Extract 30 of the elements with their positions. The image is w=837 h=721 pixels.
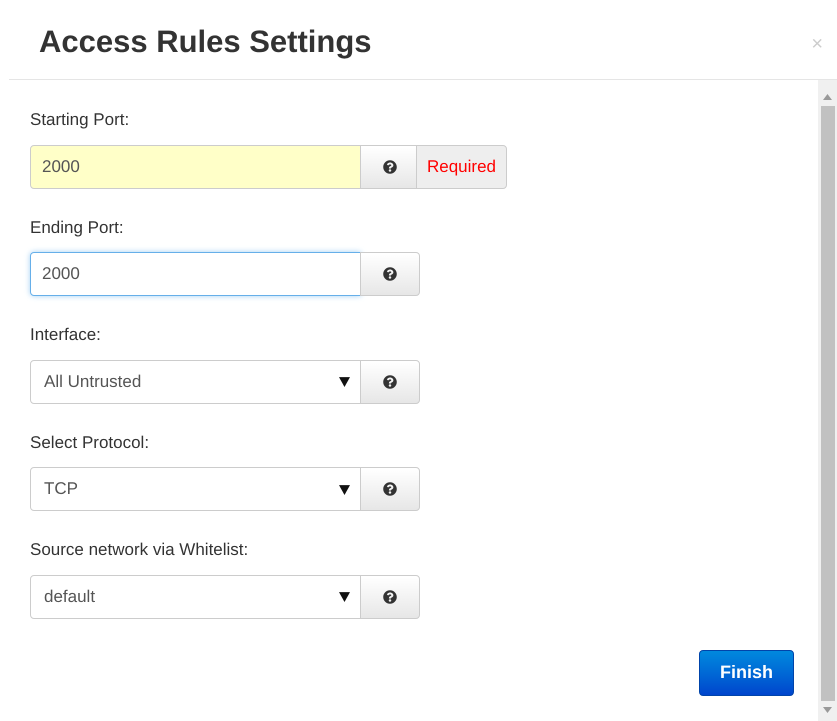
scrollbar[interactable] [818, 80, 837, 721]
help-icon [383, 160, 397, 174]
required-addon: Required [416, 144, 507, 188]
dialog-title: Access Rules Settings [39, 23, 372, 61]
field-label: Source network via Whitelist: [30, 539, 250, 561]
field-label: Starting Port: [30, 109, 130, 131]
help-icon [383, 482, 397, 496]
select-dropdown[interactable]: default [30, 574, 361, 618]
select-value: TCP [44, 478, 78, 500]
finish-button[interactable]: Finish [699, 650, 794, 696]
select-value: default [44, 586, 96, 608]
dropdown-caret-icon [339, 591, 350, 602]
help-button[interactable] [360, 574, 420, 618]
help-icon [383, 267, 397, 281]
select-value: All Untrusted [44, 370, 142, 393]
text-field[interactable]: 2000 [30, 144, 361, 188]
select-dropdown[interactable]: TCP [30, 467, 361, 511]
help-icon [383, 374, 397, 388]
field-label: Select Protocol: [30, 432, 150, 454]
scrollbar-thumb[interactable] [820, 106, 834, 701]
dropdown-caret-icon [339, 376, 350, 387]
help-icon [383, 590, 397, 604]
text-field[interactable]: 2000 [30, 252, 361, 296]
help-button[interactable] [360, 360, 420, 404]
field-label: Interface: [30, 324, 102, 346]
select-dropdown[interactable]: All Untrusted [30, 360, 361, 404]
dropdown-caret-icon [339, 484, 350, 494]
help-button[interactable] [360, 252, 420, 296]
help-button[interactable] [360, 467, 420, 511]
field-label: Ending Port: [30, 216, 125, 238]
